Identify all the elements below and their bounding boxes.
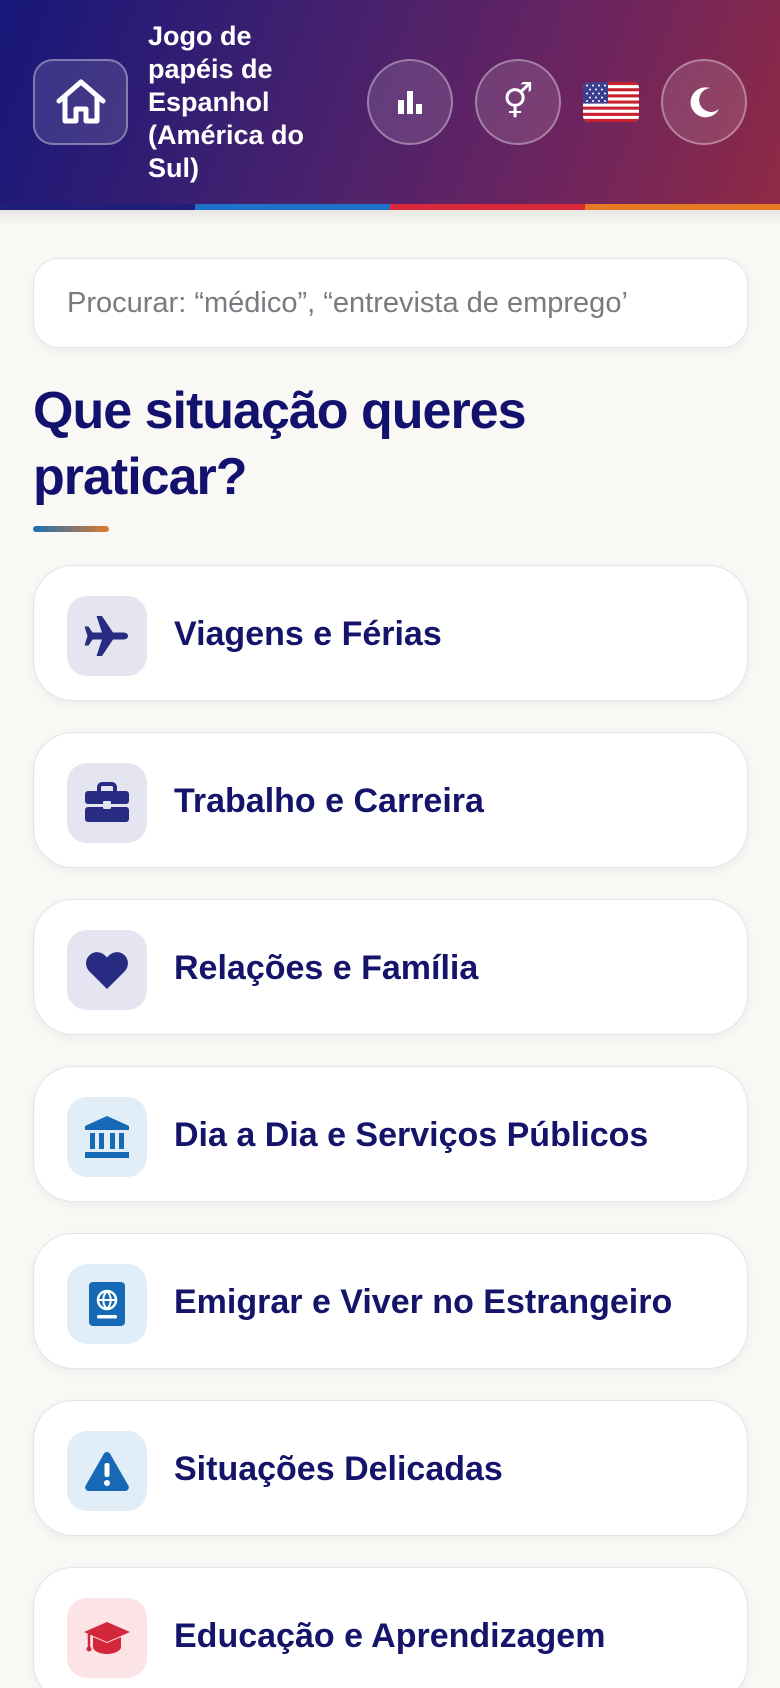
category-card-work[interactable]: Trabalho e Carreira [33,732,748,868]
app-title: Jogo de papéis de Espanhol (América do S… [148,20,348,185]
header-shadow [0,210,780,226]
bank-icon [85,1116,129,1158]
bar-chart-icon [398,91,422,114]
category-label: Educação e Aprendizagem [174,1617,606,1655]
category-label: Trabalho e Carreira [174,782,484,820]
search-box[interactable] [33,258,748,348]
graduation-cap-icon [84,1622,130,1654]
category-icon-box [67,763,147,843]
language-flag-button[interactable] [582,80,640,124]
category-card-education[interactable]: Educação e Aprendizagem [33,1567,748,1688]
category-card-travel[interactable]: Viagens e Férias [33,565,748,701]
app-title-line: Sul) [148,153,199,183]
app-title-line: Jogo de [148,21,252,51]
category-card-delicate-situations[interactable]: Situações Delicadas [33,1400,748,1536]
category-label: Situações Delicadas [174,1450,503,1488]
moon-icon [690,87,719,118]
gender-icon: ⚥ [502,82,534,122]
page-title-line: Que situação queres [33,382,527,440]
category-label: Emigrar e Viver no Estrangeiro [174,1283,673,1321]
us-flag-icon [583,82,639,122]
category-icon-box [67,1598,147,1678]
category-icon-box [67,930,147,1010]
dark-mode-button[interactable] [661,59,747,145]
app-title-line: papéis de [148,54,273,84]
search-input[interactable] [67,286,747,320]
category-card-emigrate[interactable]: Emigrar e Viver no Estrangeiro [33,1233,748,1369]
gender-button[interactable]: ⚥ [475,59,561,145]
title-underline [33,526,109,532]
app-header: Jogo de papéis de Espanhol (América do S… [0,0,780,210]
airplane-icon [84,616,128,656]
page-title-line: praticar? [33,448,248,506]
category-icon-box [67,1431,147,1511]
category-icon-box [67,1097,147,1177]
heart-icon [86,952,128,989]
briefcase-icon [85,782,129,822]
stats-button[interactable] [367,59,453,145]
warning-icon [85,1452,129,1491]
page-title: Que situação queres praticar? [33,378,733,510]
app-title-line: (América do [148,120,305,150]
passport-icon [89,1282,125,1326]
category-label: Relações e Família [174,949,479,987]
category-label: Viagens e Férias [174,615,442,653]
category-card-daily-life[interactable]: Dia a Dia e Serviços Públicos [33,1066,748,1202]
home-button[interactable] [33,59,128,145]
category-card-relationships[interactable]: Relações e Família [33,899,748,1035]
category-label: Dia a Dia e Serviços Públicos [174,1116,649,1154]
category-icon-box [67,1264,147,1344]
category-icon-box [67,596,147,676]
app-title-line: Espanhol [148,87,270,117]
home-icon [56,79,105,124]
